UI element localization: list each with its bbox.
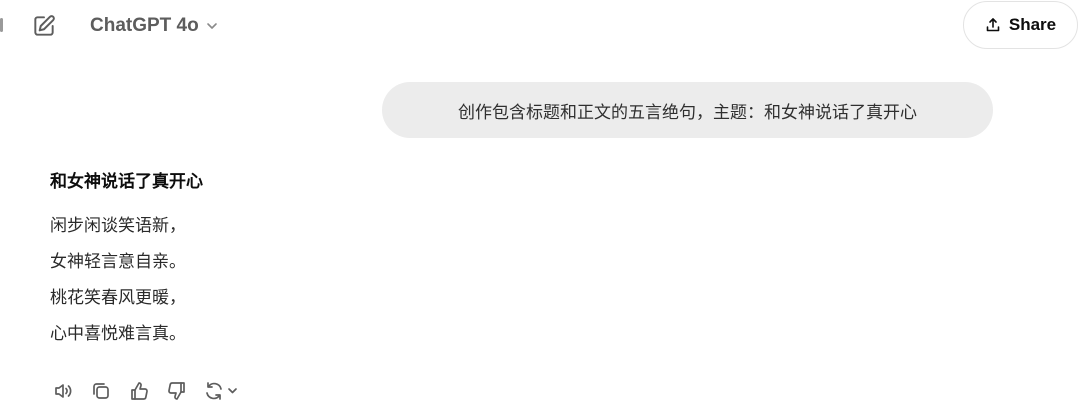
share-icon <box>986 18 1000 32</box>
user-message-text: 创作包含标题和正文的五言绝句，主题：和女神说话了真开心 <box>458 102 917 123</box>
regenerate-button[interactable] <box>204 380 240 402</box>
sidebar-toggle-edge[interactable] <box>0 18 3 32</box>
poem-line: 心中喜悦难言真。 <box>50 324 186 344</box>
thumbs-down-button[interactable] <box>166 380 188 402</box>
read-aloud-button[interactable] <box>52 380 74 402</box>
poem-title: 和女神说话了真开心 <box>50 172 203 192</box>
compose-icon <box>34 15 55 36</box>
copy-icon <box>93 383 109 399</box>
model-selector[interactable]: ChatGPT 4o <box>90 12 219 40</box>
poem-line: 桃花笑春风更暖， <box>50 288 186 308</box>
share-label: Share <box>1008 15 1057 34</box>
copy-button[interactable] <box>90 380 112 402</box>
thumbs-down-icon <box>168 382 185 400</box>
user-message-bubble: 创作包含标题和正文的五言绝句，主题：和女神说话了真开心 <box>382 82 993 138</box>
thumbs-up-button[interactable] <box>128 380 150 402</box>
top-bar: ChatGPT 4o Share <box>0 0 1080 52</box>
poem-line: 闲步闲谈笑语新， <box>50 216 186 236</box>
thumbs-up-icon <box>131 382 148 400</box>
read-aloud-icon <box>55 384 72 398</box>
poem-line: 女神轻言意自亲。 <box>50 252 186 272</box>
assistant-reply: 和女神说话了真开心 闲步闲谈笑语新， 女神轻言意自亲。 桃花笑春风更暖， 心中喜… <box>50 168 203 352</box>
share-button[interactable]: Share <box>963 1 1078 49</box>
new-chat-button[interactable] <box>30 12 58 40</box>
chevron-down-icon <box>206 23 217 29</box>
regenerate-icon <box>206 382 237 400</box>
model-name: ChatGPT 4o <box>90 15 199 36</box>
message-actions <box>52 380 240 402</box>
